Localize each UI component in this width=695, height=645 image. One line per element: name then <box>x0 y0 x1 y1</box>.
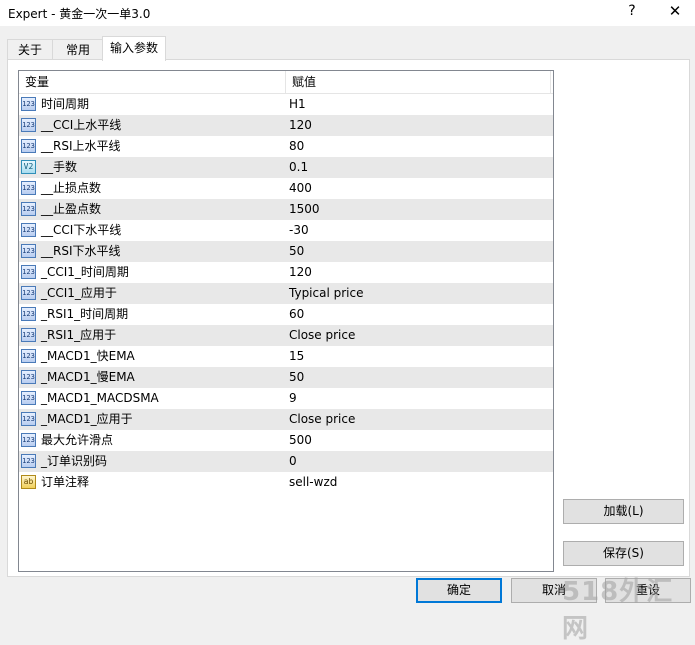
integer-type-icon: 123 <box>21 433 36 447</box>
parameter-value[interactable]: 50 <box>289 241 549 262</box>
column-header-variable[interactable]: 变量 <box>19 71 286 93</box>
load-button[interactable]: 加载(L) <box>563 499 684 524</box>
integer-type-icon: 123 <box>21 412 36 426</box>
window-title: Expert - 黄金一次一单3.0 <box>8 7 151 21</box>
table-row[interactable]: 123 _订单识别码 0 <box>19 451 553 472</box>
grid-header: 变量 赋值 <box>19 71 553 94</box>
integer-type-icon: 123 <box>21 286 36 300</box>
integer-type-icon: 123 <box>21 349 36 363</box>
integer-type-icon: 123 <box>21 139 36 153</box>
parameter-name: _MACD1_MACDSMA <box>41 391 159 405</box>
parameter-value[interactable]: -30 <box>289 220 549 241</box>
parameter-name: __RSI上水平线 <box>41 139 121 153</box>
table-row[interactable]: 123 _CCI1_应用于 Typical price <box>19 283 553 304</box>
table-row[interactable]: 123 __止盈点数 1500 <box>19 199 553 220</box>
parameter-name: 最大允许滑点 <box>41 433 114 447</box>
table-row[interactable]: 123 最大允许滑点 500 <box>19 430 553 451</box>
integer-type-icon: 123 <box>21 97 36 111</box>
table-row[interactable]: 123 _RSI1_时间周期 60 <box>19 304 553 325</box>
integer-type-icon: 123 <box>21 391 36 405</box>
parameter-name: __CCI上水平线 <box>41 118 122 132</box>
integer-type-icon: 123 <box>21 202 36 216</box>
parameter-value[interactable]: Close price <box>289 325 549 346</box>
parameter-value[interactable]: Close price <box>289 409 549 430</box>
parameter-value[interactable]: H1 <box>289 94 549 115</box>
grid-rows: 123 时间周期 H1 123 __CCI上水平线 120 123 __RSI上水平线 80 V2… <box>19 94 553 493</box>
tab-strip: 关于 常用 输入参数 <box>0 36 695 61</box>
parameter-value[interactable]: 50 <box>289 367 549 388</box>
parameter-value[interactable]: 9 <box>289 388 549 409</box>
table-row[interactable]: 123 _MACD1_快EMA 15 <box>19 346 553 367</box>
parameter-value[interactable]: 0 <box>289 451 549 472</box>
table-row[interactable]: 123 __RSI上水平线 80 <box>19 136 553 157</box>
parameter-name: 时间周期 <box>41 97 90 111</box>
parameter-value[interactable]: 500 <box>289 430 549 451</box>
parameter-value[interactable]: 400 <box>289 178 549 199</box>
parameter-name: _订单识别码 <box>41 454 108 468</box>
parameter-value[interactable]: 1500 <box>289 199 549 220</box>
table-row[interactable]: 123 _MACD1_慢EMA 50 <box>19 367 553 388</box>
parameter-name: 订单注释 <box>41 475 90 489</box>
parameters-grid[interactable]: 变量 赋值 123 时间周期 H1 123 __CCI上水平线 120 123 __RSI上水… <box>18 70 554 572</box>
parameter-value[interactable]: Typical price <box>289 283 549 304</box>
parameter-name: _CCI1_时间周期 <box>41 265 129 279</box>
table-row[interactable]: 123 __RSI下水平线 50 <box>19 241 553 262</box>
table-row[interactable]: V2 __手数 0.1 <box>19 157 553 178</box>
integer-type-icon: 123 <box>21 307 36 321</box>
parameter-name: __止损点数 <box>41 181 102 195</box>
parameter-value[interactable]: 80 <box>289 136 549 157</box>
parameter-value[interactable]: 15 <box>289 346 549 367</box>
help-button[interactable]: ? <box>622 3 642 19</box>
table-row[interactable]: ab 订单注释 sell-wzd <box>19 472 553 493</box>
save-button[interactable]: 保存(S) <box>563 541 684 566</box>
table-row[interactable]: 123 时间周期 H1 <box>19 94 553 115</box>
table-row[interactable]: 123 _MACD1_应用于 Close price <box>19 409 553 430</box>
table-row[interactable]: 123 _CCI1_时间周期 120 <box>19 262 553 283</box>
parameter-value[interactable]: 60 <box>289 304 549 325</box>
double-type-icon: V2 <box>21 160 36 174</box>
parameter-name: __止盈点数 <box>41 202 102 216</box>
integer-type-icon: 123 <box>21 181 36 195</box>
close-button[interactable]: ✕ <box>660 2 690 20</box>
watermark-logo: 518外汇网 <box>562 577 674 644</box>
parameter-name: _CCI1_应用于 <box>41 286 117 300</box>
table-row[interactable]: 123 _MACD1_MACDSMA 9 <box>19 388 553 409</box>
title-bar: Expert - 黄金一次一单3.0 ? ✕ <box>0 0 695 26</box>
table-row[interactable]: 123 __CCI下水平线 -30 <box>19 220 553 241</box>
parameter-name: _MACD1_快EMA <box>41 349 135 363</box>
integer-type-icon: 123 <box>21 328 36 342</box>
parameter-name: __CCI下水平线 <box>41 223 122 237</box>
parameter-name: _RSI1_应用于 <box>41 328 117 342</box>
tab-inputs[interactable]: 输入参数 <box>102 36 166 61</box>
parameter-name: __RSI下水平线 <box>41 244 121 258</box>
string-type-icon: ab <box>21 475 36 489</box>
integer-type-icon: 123 <box>21 265 36 279</box>
column-header-value[interactable]: 赋值 <box>286 71 551 93</box>
parameter-name: _MACD1_慢EMA <box>41 370 135 384</box>
parameter-name: _RSI1_时间周期 <box>41 307 129 321</box>
integer-type-icon: 123 <box>21 370 36 384</box>
tab-about[interactable]: 关于 <box>7 39 53 60</box>
parameter-value[interactable]: 120 <box>289 115 549 136</box>
integer-type-icon: 123 <box>21 244 36 258</box>
parameter-value[interactable]: 120 <box>289 262 549 283</box>
integer-type-icon: 123 <box>21 118 36 132</box>
parameter-value[interactable]: 0.1 <box>289 157 549 178</box>
table-row[interactable]: 123 __止损点数 400 <box>19 178 553 199</box>
ok-button[interactable]: 确定 <box>416 578 502 603</box>
parameter-name: __手数 <box>41 160 78 174</box>
tab-common[interactable]: 常用 <box>52 39 104 60</box>
integer-type-icon: 123 <box>21 454 36 468</box>
table-row[interactable]: 123 __CCI上水平线 120 <box>19 115 553 136</box>
parameter-name: _MACD1_应用于 <box>41 412 133 426</box>
table-row[interactable]: 123 _RSI1_应用于 Close price <box>19 325 553 346</box>
integer-type-icon: 123 <box>21 223 36 237</box>
parameter-value[interactable]: sell-wzd <box>289 472 549 493</box>
